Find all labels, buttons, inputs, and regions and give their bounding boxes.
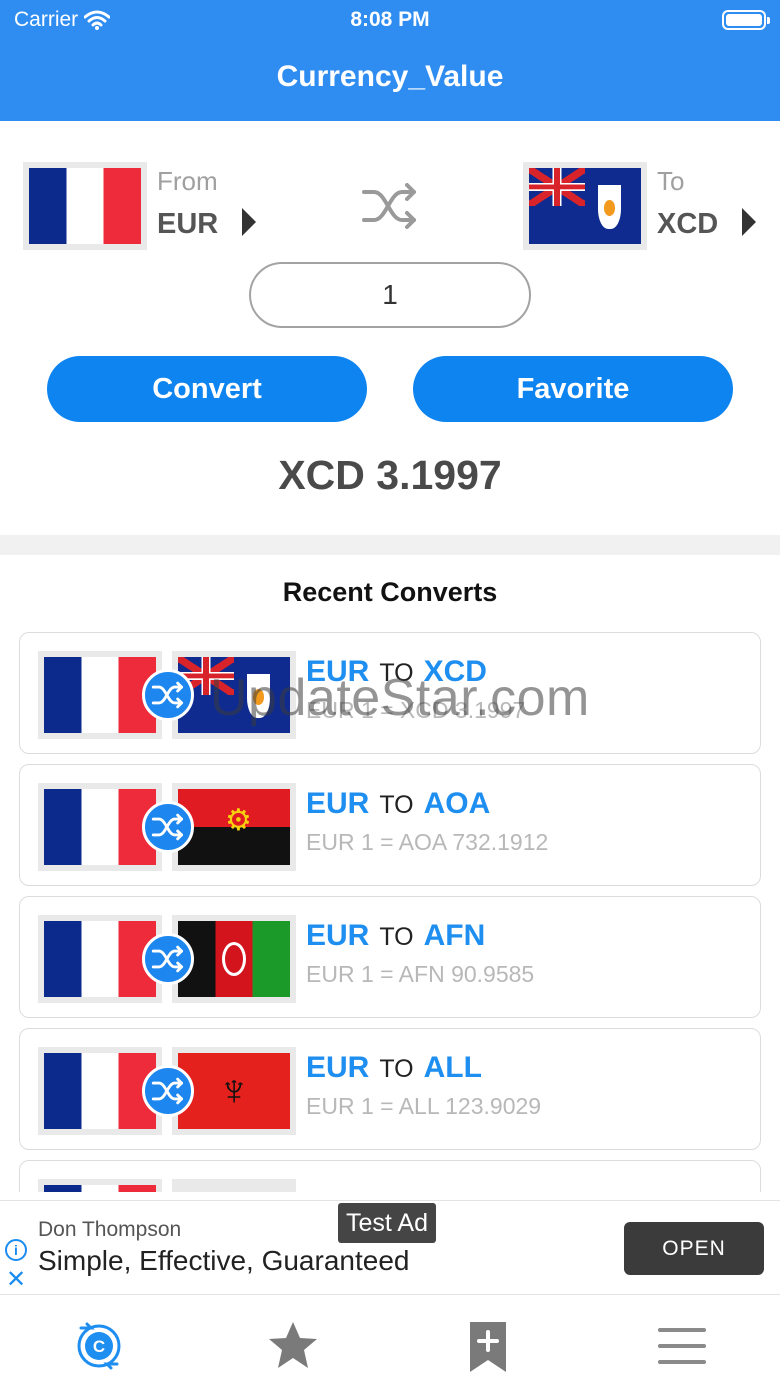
amount-input[interactable] [249, 262, 531, 328]
shuffle-icon [142, 933, 194, 985]
conversion-rate: EUR 1 = XCD 3.1997 [306, 697, 526, 723]
to-flag-anguilla-icon[interactable] [523, 162, 647, 250]
pair-from: EUR [306, 655, 370, 688]
conversion-pair: EUR TO AOA [306, 787, 490, 821]
from-flag-france-icon[interactable] [23, 162, 147, 250]
menu-icon [658, 1328, 706, 1364]
shuffle-icon [142, 1065, 194, 1117]
pair-to-word: TO [379, 1055, 414, 1083]
favorite-button[interactable]: Favorite [413, 356, 733, 422]
status-bar: Carrier 8:08 PM [0, 0, 780, 40]
app-header: Carrier 8:08 PM Currency_Value [0, 0, 780, 121]
shuffle-icon [142, 669, 194, 721]
conversion-pair: EUR TO ALL [306, 1051, 482, 1085]
convert-button[interactable]: Convert [47, 356, 367, 422]
tab-convert[interactable]: C [64, 1316, 134, 1376]
ad-banner[interactable]: i ✕ Don Thompson Simple, Effective, Guar… [0, 1200, 780, 1295]
swap-currencies-button[interactable] [358, 174, 422, 238]
ad-headline[interactable]: Simple, Effective, Guaranteed [38, 1245, 409, 1277]
list-item[interactable]: ⚙ EUR TO AOA EUR 1 = AOA 732.1912 [19, 764, 761, 886]
tab-favorites[interactable] [258, 1316, 328, 1376]
tab-menu[interactable] [647, 1316, 717, 1376]
france-flag-icon [38, 1179, 162, 1192]
recent-converts-title: Recent Converts [282, 577, 498, 607]
list-item[interactable] [19, 1160, 761, 1192]
to-dropdown-arrow-icon[interactable] [742, 208, 756, 236]
partial-flag-icon [172, 1179, 296, 1192]
pair-from: EUR [306, 919, 370, 952]
to-code[interactable]: XCD [657, 208, 718, 241]
bookmark-add-icon [470, 1322, 506, 1372]
list-item[interactable]: EUR TO AFN EUR 1 = AFN 90.9585 [19, 896, 761, 1018]
pair-to-word: TO [379, 659, 414, 687]
conversion-pair: EUR TO AFN [306, 919, 485, 953]
list-item[interactable]: EUR TO XCD EUR 1 = XCD 3.1997 [19, 632, 761, 754]
pair-to: AFN [423, 919, 486, 952]
pair-to-word: TO [379, 791, 414, 819]
tab-bar: C [0, 1296, 780, 1387]
star-icon [269, 1322, 317, 1368]
to-label: To [657, 166, 685, 196]
conversion-rate: EUR 1 = ALL 123.9029 [306, 1093, 542, 1119]
pair-from: EUR [306, 1051, 370, 1084]
pair-to: XCD [423, 655, 487, 688]
battery-icon [722, 10, 770, 30]
conversion-pair: EUR TO XCD [306, 655, 487, 689]
recent-converts-list[interactable]: EUR TO XCD EUR 1 = XCD 3.1997 ⚙ EUR TO AOA E… [0, 620, 780, 1192]
close-icon[interactable]: ✕ [6, 1265, 26, 1294]
status-time: 8:08 PM [350, 8, 430, 31]
ad-advertiser: Don Thompson [38, 1218, 182, 1241]
shuffle-icon [142, 801, 194, 853]
info-icon[interactable]: i [5, 1239, 27, 1261]
shuffle-icon [362, 183, 416, 229]
pair-from: EUR [306, 787, 370, 820]
conversion-result: XCD 3.1997 [278, 452, 502, 498]
from-dropdown-arrow-icon[interactable] [242, 208, 256, 236]
from-code[interactable]: EUR [157, 208, 218, 241]
tab-bookmarks[interactable] [453, 1316, 523, 1376]
currency-convert-icon: C [77, 1322, 121, 1370]
pair-to: AOA [423, 787, 491, 820]
from-label: From [157, 166, 218, 196]
section-divider [0, 535, 780, 555]
ad-open-button[interactable]: OPEN [624, 1222, 764, 1275]
pair-to: ALL [423, 1051, 482, 1084]
list-item[interactable]: ♆ EUR TO ALL EUR 1 = ALL 123.9029 [19, 1028, 761, 1150]
conversion-rate: EUR 1 = AOA 732.1912 [306, 829, 549, 855]
conversion-rate: EUR 1 = AFN 90.9585 [306, 961, 535, 987]
svg-text:C: C [93, 1337, 105, 1356]
test-ad-badge: Test Ad [338, 1203, 436, 1243]
pair-to-word: TO [379, 923, 414, 951]
page-title: Currency_Value [276, 60, 504, 93]
